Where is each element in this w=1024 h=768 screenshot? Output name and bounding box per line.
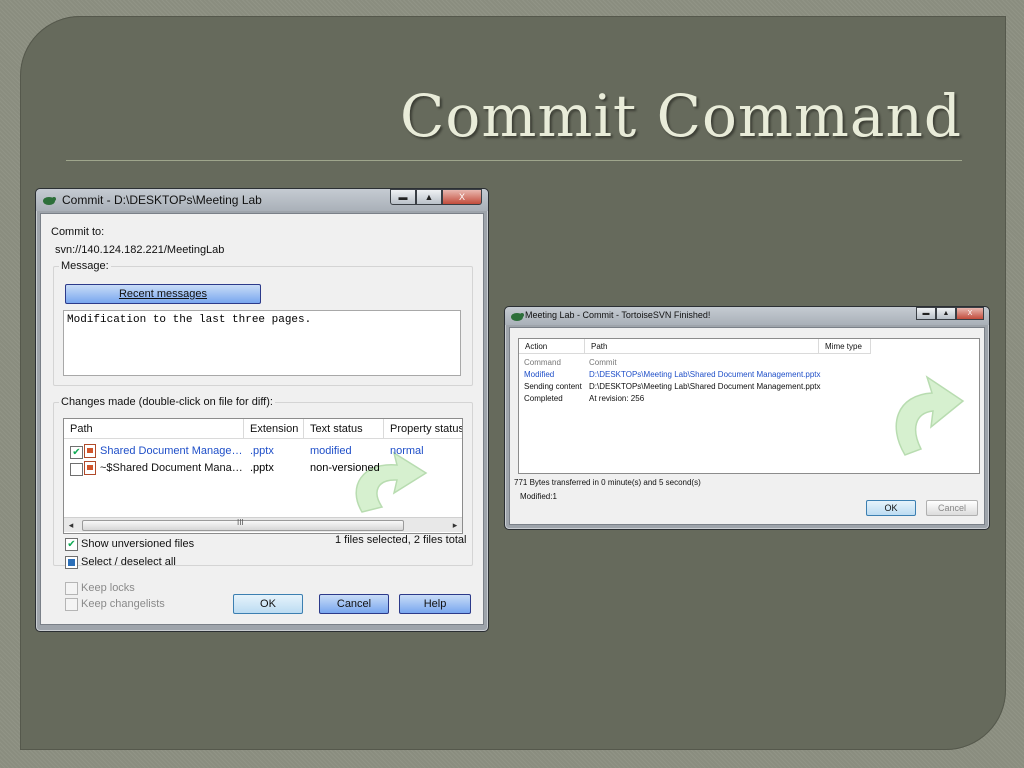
title-divider <box>66 160 962 161</box>
column-header-path[interactable]: Path <box>585 339 819 354</box>
column-header-extension[interactable]: Extension <box>244 419 304 439</box>
row-1-checkbox[interactable]: ✔ <box>70 446 83 459</box>
keep-changelists-label[interactable]: Keep changelists <box>81 598 165 610</box>
help-button[interactable]: Help <box>399 594 471 614</box>
scroll-left-arrow[interactable]: ◂ <box>64 518 78 532</box>
horizontal-scrollbar[interactable]: ◂ III ▸ <box>64 517 462 532</box>
finished-window-title: Meeting Lab - Commit - TortoiseSVN Finis… <box>525 310 711 320</box>
minimize-button[interactable]: ▬ <box>390 189 416 205</box>
slide-title: Commit Command <box>400 82 962 150</box>
show-unversioned-label[interactable]: Show unversioned files <box>81 538 194 550</box>
message-textarea[interactable]: Modification to the last three pages. <box>63 310 461 376</box>
commit-to-label: Commit to: <box>51 226 105 238</box>
maximize-button[interactable]: ▲ <box>936 307 956 320</box>
row-1-path[interactable]: Shared Document Manage… <box>100 445 242 457</box>
finished-dialog: Meeting Lab - Commit - TortoiseSVN Finis… <box>504 306 990 530</box>
result-row-path: At revision: 256 <box>589 394 645 403</box>
cancel-button[interactable]: Cancel <box>926 500 978 516</box>
changes-list[interactable]: Path Extension Text status Property stat… <box>63 418 463 534</box>
show-unversioned-checkbox[interactable]: ✔ <box>65 538 78 551</box>
pptx-file-icon <box>84 444 96 458</box>
result-row-action: Modified <box>524 370 555 379</box>
result-row-path: D:\DESKTOPs\Meeting Lab\Shared Document … <box>589 370 821 379</box>
selection-summary: 1 files selected, 2 files total <box>335 534 467 546</box>
keep-changelists-checkbox[interactable] <box>65 598 78 611</box>
changes-label: Changes made (double-click on file for d… <box>59 396 275 408</box>
ok-button[interactable]: OK <box>866 500 916 516</box>
row-1-text-status: modified <box>310 445 352 457</box>
row-2-text-status: non-versioned <box>310 462 380 474</box>
column-header-action[interactable]: Action <box>519 339 585 354</box>
commit-client-area: Commit to: svn://140.124.182.221/Meeting… <box>40 213 484 625</box>
close-button[interactable]: X <box>956 307 984 320</box>
result-row-path: D:\DESKTOPs\Meeting Lab\Shared Document … <box>589 382 821 391</box>
minimize-button[interactable]: ▬ <box>916 307 936 320</box>
scroll-right-arrow[interactable]: ▸ <box>448 518 462 532</box>
transfer-summary: 771 Bytes transferred in 0 minute(s) and… <box>514 478 701 487</box>
finished-client-area: Action Path Mime type Command Commit Mod… <box>509 327 985 525</box>
ok-button[interactable]: OK <box>233 594 303 614</box>
commit-titlebar[interactable]: Commit - D:\DESKTOPs\Meeting Lab ▬ ▲ X <box>36 189 488 211</box>
result-row-action: Command <box>524 358 561 367</box>
result-row-action: Sending content <box>524 382 582 391</box>
recent-messages-button[interactable]: Recent messages <box>65 284 261 304</box>
keep-locks-checkbox[interactable] <box>65 582 78 595</box>
repo-url: svn://140.124.182.221/MeetingLab <box>55 244 225 256</box>
row-2-path[interactable]: ~$Shared Document Mana… <box>100 462 242 474</box>
select-all-checkbox[interactable] <box>65 556 78 569</box>
column-header-text-status[interactable]: Text status <box>304 419 384 439</box>
commit-window-title: Commit - D:\DESKTOPs\Meeting Lab <box>62 193 262 207</box>
tortoise-watermark-icon <box>895 375 965 456</box>
scroll-thumb[interactable]: III <box>82 518 404 531</box>
select-all-label[interactable]: Select / deselect all <box>81 556 176 568</box>
result-row-path: Commit <box>589 358 617 367</box>
close-button[interactable]: X <box>442 189 482 205</box>
modified-count: Modified:1 <box>520 492 557 501</box>
finished-titlebar[interactable]: Meeting Lab - Commit - TortoiseSVN Finis… <box>505 307 989 325</box>
scroll-thumb-grip: III <box>237 518 244 527</box>
message-label: Message: <box>59 260 111 272</box>
column-header-property-status[interactable]: Property status <box>384 419 462 439</box>
tortoisesvn-icon <box>511 313 524 321</box>
results-list[interactable]: Action Path Mime type Command Commit Mod… <box>518 338 980 474</box>
pptx-file-icon <box>84 461 96 475</box>
commit-dialog: Commit - D:\DESKTOPs\Meeting Lab ▬ ▲ X C… <box>35 188 489 632</box>
result-row-action: Completed <box>524 394 563 403</box>
tortoise-watermark-icon <box>355 451 428 513</box>
row-2-checkbox[interactable] <box>70 463 83 476</box>
keep-locks-label[interactable]: Keep locks <box>81 582 135 594</box>
tortoisesvn-icon <box>43 197 56 205</box>
row-2-extension: .pptx <box>250 462 274 474</box>
maximize-button[interactable]: ▲ <box>416 189 442 205</box>
row-1-property-status: normal <box>390 445 424 457</box>
row-1-extension: .pptx <box>250 445 274 457</box>
cancel-button[interactable]: Cancel <box>319 594 389 614</box>
column-header-mime-type[interactable]: Mime type <box>819 339 871 354</box>
column-header-path[interactable]: Path <box>64 419 244 439</box>
